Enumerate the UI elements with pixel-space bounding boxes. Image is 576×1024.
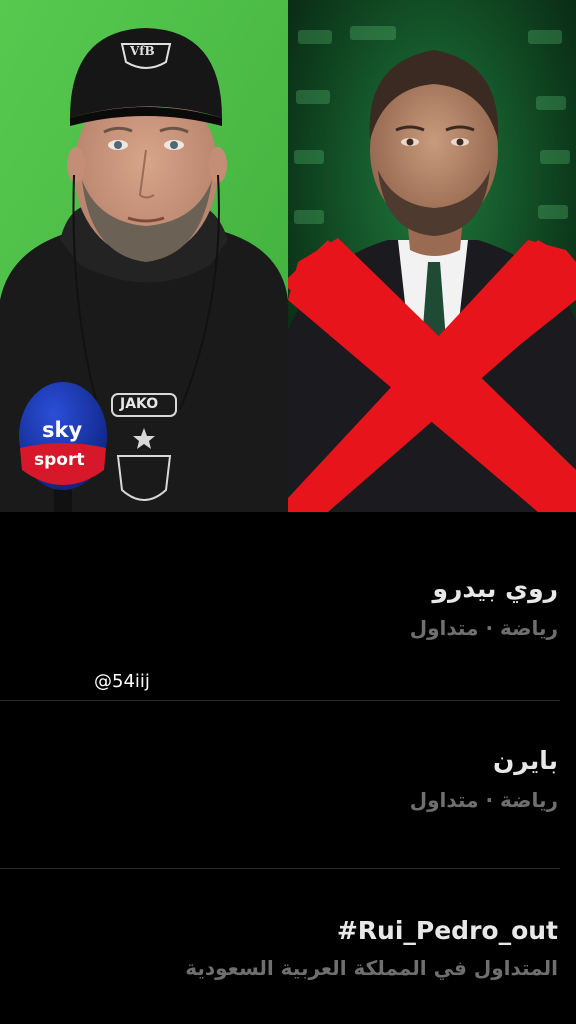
trend-meta: رياضة · متداول: [409, 788, 558, 812]
trend-meta: رياضة · متداول: [409, 616, 558, 640]
trend-media-image[interactable]: VfB JAKO sky sport: [0, 0, 576, 512]
mic-flag-sport: sport: [34, 450, 85, 470]
trend-title: بايرن: [492, 746, 558, 775]
trend-meta: المتداول في المملكة العربية السعودية: [185, 956, 558, 980]
coach-photo: VfB JAKO sky sport: [0, 0, 288, 512]
watermark-handle: @54iij: [90, 671, 154, 692]
crossed-out-photo: [288, 0, 576, 512]
trend-item[interactable]: روي بيدرو رياضة · متداول: [410, 574, 558, 640]
trend-item[interactable]: #Rui_Pedro_out المتداول في المملكة العرب…: [185, 916, 558, 980]
cap-logo-text: VfB: [130, 44, 155, 58]
trend-item[interactable]: بايرن رياضة · متداول: [410, 746, 558, 812]
divider: [0, 868, 560, 869]
trends-list: روي بيدرو رياضة · متداول @54iij بايرن ري…: [0, 512, 576, 1024]
divider: [0, 700, 560, 701]
mic-flag-sky: sky: [42, 418, 83, 442]
trend-title: #Rui_Pedro_out: [336, 916, 558, 945]
hoodie-logo-text: JAKO: [120, 396, 159, 412]
trend-title: روي بيدرو: [432, 574, 558, 603]
